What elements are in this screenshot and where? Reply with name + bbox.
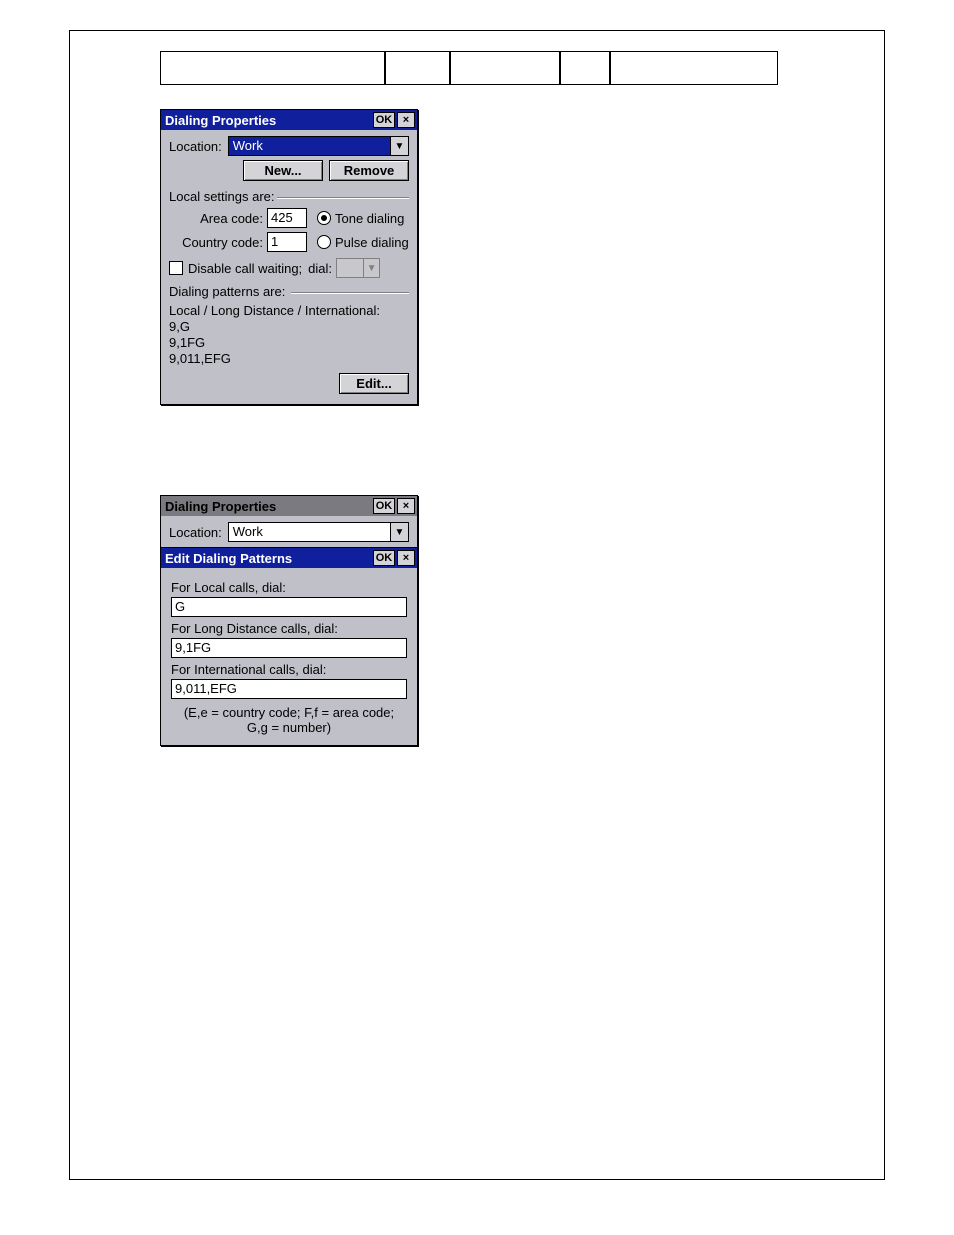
area-code-input[interactable]: 425 — [267, 208, 307, 228]
dial-label: dial: — [308, 261, 332, 276]
edit-button[interactable]: Edit... — [339, 373, 409, 394]
header-cell — [385, 51, 450, 85]
close-icon[interactable]: × — [397, 550, 415, 566]
dial-code-input — [336, 258, 364, 278]
area-code-label: Area code: — [169, 211, 267, 226]
location-label: Location: — [169, 525, 222, 540]
location-label: Location: — [169, 139, 222, 154]
window-title: Dialing Properties — [163, 113, 371, 128]
international-label: For International calls, dial: — [171, 662, 407, 677]
patterns-subtitle: Local / Long Distance / International: — [169, 303, 409, 319]
window-title: Dialing Properties — [163, 499, 371, 514]
location-combo[interactable]: Work ▼ — [228, 136, 409, 156]
header-cell — [160, 51, 385, 85]
header-cell — [450, 51, 560, 85]
close-icon[interactable]: × — [397, 112, 415, 128]
dialing-properties-window: Dialing Properties OK × Location: Work ▼… — [160, 109, 418, 405]
local-calls-input[interactable]: G — [171, 597, 407, 617]
pattern-list: Local / Long Distance / International: 9… — [169, 303, 409, 367]
ok-button[interactable]: OK — [373, 498, 395, 514]
radio-icon — [317, 211, 331, 225]
window-body: For Local calls, dial: G For Long Distan… — [161, 568, 417, 745]
patterns-group-label: Dialing patterns are: — [169, 284, 409, 299]
titlebar-inactive[interactable]: Dialing Properties OK × — [161, 496, 417, 516]
pattern-legend: (E,e = country code; F,f = area code; G,… — [171, 705, 407, 735]
header-cell — [610, 51, 778, 85]
legend-line-2: G,g = number) — [171, 720, 407, 735]
remove-button[interactable]: Remove — [329, 160, 409, 181]
window-title: Edit Dialing Patterns — [163, 551, 371, 566]
pulse-dialing-label: Pulse dialing — [335, 235, 409, 250]
long-distance-label: For Long Distance calls, dial: — [171, 621, 407, 636]
pattern-local: 9,G — [169, 319, 409, 335]
pulse-dialing-radio[interactable]: Pulse dialing — [317, 235, 409, 250]
dialog-stack: Dialing Properties OK × Location: Work ▼… — [160, 495, 418, 755]
local-calls-label: For Local calls, dial: — [171, 580, 407, 595]
patterns-header-text: Dialing patterns are: — [169, 284, 285, 299]
location-value: Work — [228, 136, 391, 156]
country-code-label: Country code: — [169, 235, 267, 250]
titlebar[interactable]: Dialing Properties OK × — [161, 110, 417, 130]
ok-button[interactable]: OK — [373, 112, 395, 128]
chevron-down-icon: ▼ — [364, 258, 380, 278]
international-input[interactable]: 9,011,EFG — [171, 679, 407, 699]
country-code-input[interactable]: 1 — [267, 232, 307, 252]
page-frame: Dialing Properties OK × Location: Work ▼… — [69, 30, 885, 1180]
local-settings-group-label: Local settings are: — [169, 189, 409, 204]
chevron-down-icon[interactable]: ▼ — [391, 136, 409, 156]
dial-code-combo: ▼ — [336, 258, 380, 278]
close-icon[interactable]: × — [397, 498, 415, 514]
local-settings-text: Local settings are: — [169, 189, 275, 204]
header-table — [160, 51, 794, 85]
pattern-international: 9,011,EFG — [169, 351, 409, 367]
location-value: Work — [228, 522, 391, 542]
pattern-long-distance: 9,1FG — [169, 335, 409, 351]
header-cell — [560, 51, 610, 85]
edit-dialing-patterns-window: Edit Dialing Patterns OK × For Local cal… — [160, 547, 418, 746]
window-body: Location: Work ▼ New... Remove Local set… — [161, 130, 417, 404]
titlebar[interactable]: Edit Dialing Patterns OK × — [161, 548, 417, 568]
long-distance-input[interactable]: 9,1FG — [171, 638, 407, 658]
tone-dialing-radio[interactable]: Tone dialing — [317, 211, 404, 226]
legend-line-1: (E,e = country code; F,f = area code; — [171, 705, 407, 720]
tone-dialing-label: Tone dialing — [335, 211, 404, 226]
ok-button[interactable]: OK — [373, 550, 395, 566]
location-combo[interactable]: Work ▼ — [228, 522, 409, 542]
new-button[interactable]: New... — [243, 160, 323, 181]
chevron-down-icon[interactable]: ▼ — [391, 522, 409, 542]
disable-call-waiting-checkbox[interactable] — [169, 261, 183, 275]
radio-icon — [317, 235, 331, 249]
disable-call-waiting-label: Disable call waiting; — [188, 261, 302, 276]
